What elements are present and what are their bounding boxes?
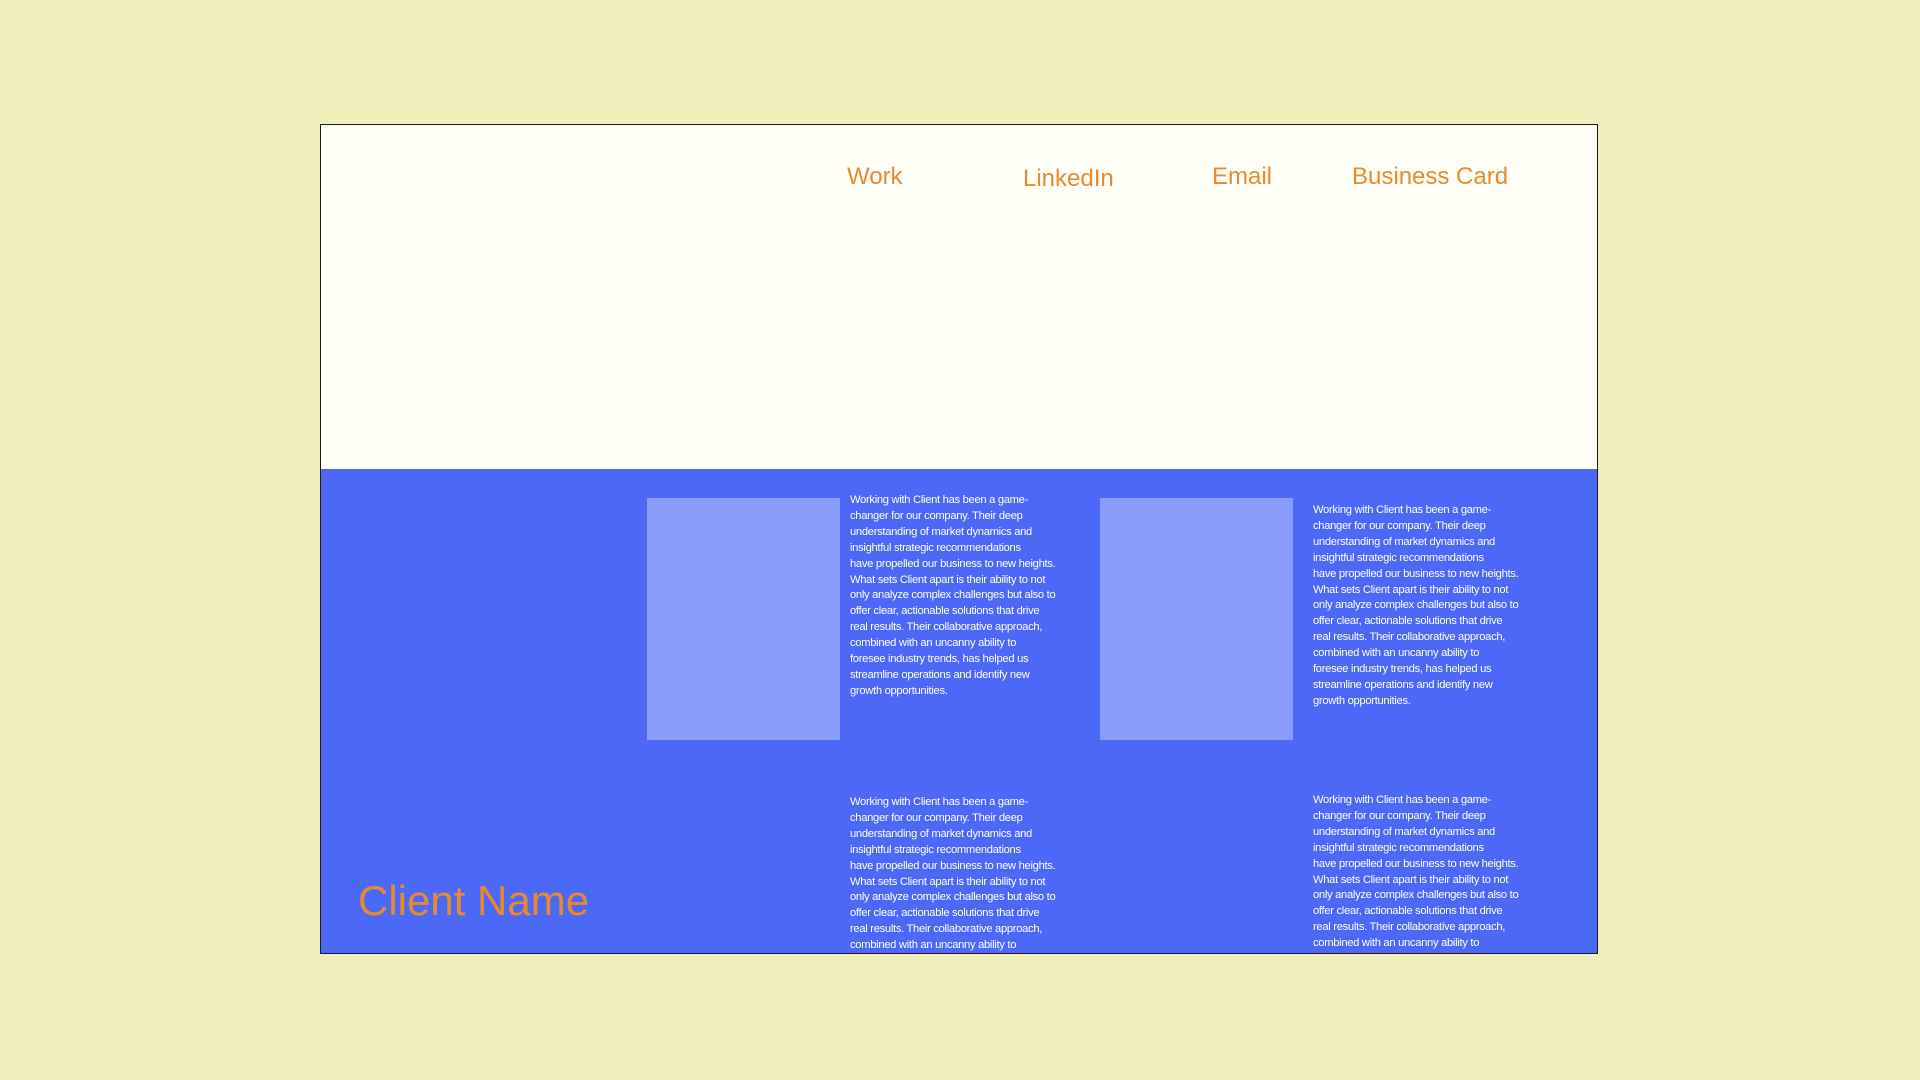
testimonial-text-4: Working with Client has been a game- cha… bbox=[1313, 794, 1519, 950]
header: Work LinkedIn Email Business Card bbox=[321, 125, 1597, 469]
client-name-heading: Client Name bbox=[358, 877, 590, 924]
testimonial-text-2: Working with Client has been a game- cha… bbox=[1313, 504, 1519, 707]
testimonial-thumbnail-2 bbox=[1100, 498, 1293, 740]
testimonial-thumbnail-1 bbox=[647, 498, 840, 740]
nav-linkedin-link[interactable]: LinkedIn bbox=[1023, 165, 1114, 193]
nav-email-link[interactable]: Email bbox=[1212, 163, 1272, 191]
nav-business-card-link[interactable]: Business Card bbox=[1352, 163, 1508, 191]
portfolio-frame: Work LinkedIn Email Business Card Workin… bbox=[320, 124, 1598, 954]
nav-work-link[interactable]: Work bbox=[847, 163, 903, 191]
testimonial-text-1: Working with Client has been a game- cha… bbox=[850, 494, 1056, 697]
testimonial-text-3: Working with Client has been a game- cha… bbox=[850, 796, 1056, 952]
